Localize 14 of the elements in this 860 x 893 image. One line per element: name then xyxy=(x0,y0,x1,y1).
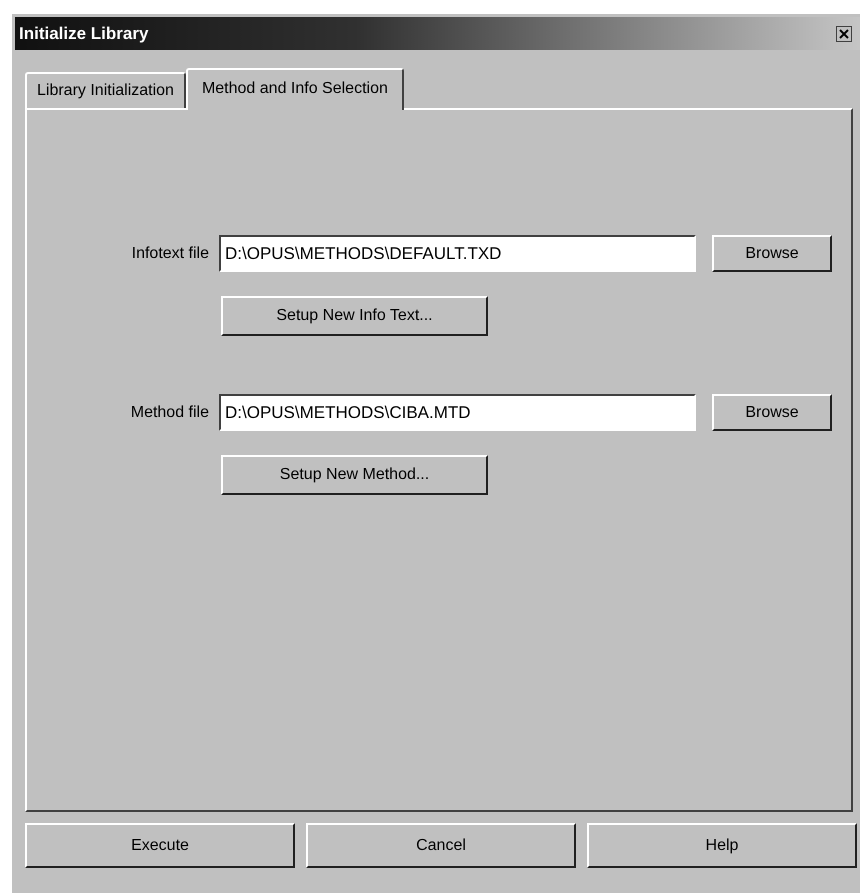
setup-button[interactable]: Setup New Method... xyxy=(221,455,488,495)
dialog-button[interactable]: Cancel xyxy=(306,823,576,868)
tab[interactable]: Library Initialization xyxy=(25,72,186,108)
dialog-button[interactable]: Execute xyxy=(25,823,295,868)
field-label: Infotext file xyxy=(130,244,210,262)
tab[interactable]: Method and Info Selection xyxy=(186,68,404,110)
window-title: Initialize Library xyxy=(19,24,148,44)
file-path-field[interactable]: D:\OPUS\METHODS\DEFAULT.TXD xyxy=(219,235,696,272)
file-path-field[interactable]: D:\OPUS\METHODS\CIBA.MTD xyxy=(219,394,696,431)
dialog-button[interactable]: Help xyxy=(587,823,857,868)
browse-button[interactable]: Browse xyxy=(712,394,832,431)
field-label: Method file xyxy=(130,404,210,422)
browse-button[interactable]: Browse xyxy=(712,235,832,272)
setup-button[interactable]: Setup New Info Text... xyxy=(221,296,488,336)
